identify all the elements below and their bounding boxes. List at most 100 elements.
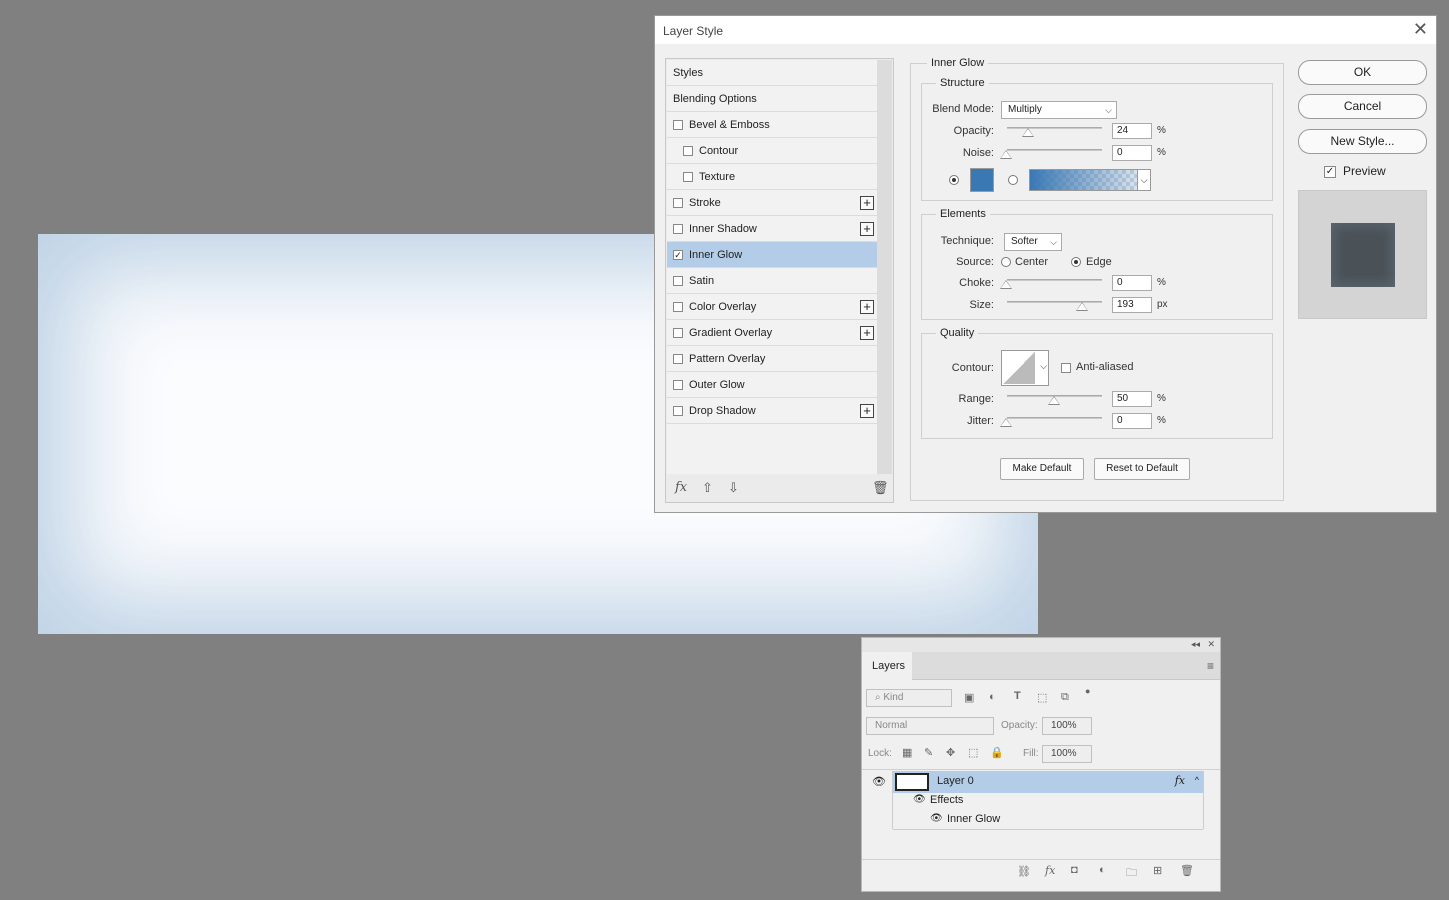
- folder-icon[interactable]: 🗀: [1126, 864, 1137, 883]
- dialog-titlebar[interactable]: Layer Style ✕: [655, 16, 1436, 45]
- lock-position-icon[interactable]: ✥: [946, 746, 955, 759]
- range-input[interactable]: 50: [1112, 391, 1152, 407]
- noise-slider[interactable]: [1007, 149, 1102, 151]
- smart-object-filter-icon[interactable]: ⧉: [1061, 691, 1069, 704]
- tab-layers[interactable]: Layers: [862, 652, 912, 680]
- style-item-pattern-overlay[interactable]: Pattern Overlay: [667, 346, 878, 372]
- gradient-overlay-checkbox[interactable]: [673, 327, 683, 338]
- eye-icon[interactable]: 👁: [913, 794, 926, 805]
- style-item-texture[interactable]: Texture: [667, 164, 878, 190]
- eye-icon[interactable]: 👁: [872, 775, 886, 788]
- fill-input[interactable]: 100%: [1042, 745, 1092, 763]
- fx-icon[interactable]: fx: [1045, 864, 1055, 877]
- noise-input[interactable]: 0: [1112, 145, 1152, 161]
- choke-input[interactable]: 0: [1112, 275, 1152, 291]
- style-item-blending-options[interactable]: Blending Options: [667, 86, 878, 112]
- filter-kind-select[interactable]: ⌕ Kind: [866, 689, 952, 707]
- lock-artboard-icon[interactable]: ⬚: [968, 746, 978, 759]
- inner-shadow-checkbox[interactable]: [673, 223, 683, 234]
- move-down-icon[interactable]: ⇩: [728, 480, 739, 496]
- cancel-button[interactable]: Cancel: [1298, 94, 1427, 119]
- layers-panel-topbar[interactable]: ◂◂ ✕: [862, 638, 1220, 652]
- size-slider-thumb[interactable]: [1076, 302, 1088, 311]
- opacity-slider-thumb[interactable]: [1022, 128, 1034, 137]
- link-icon[interactable]: ⛓: [1017, 865, 1031, 878]
- gradient-swatch[interactable]: ⌵: [1029, 169, 1151, 191]
- anti-aliased-checkbox[interactable]: [1061, 363, 1071, 373]
- add-stroke-icon[interactable]: +: [860, 196, 874, 210]
- style-item-outer-glow[interactable]: Outer Glow: [667, 372, 878, 398]
- gradient-radio[interactable]: [1008, 175, 1018, 185]
- source-center-radio[interactable]: [1001, 257, 1011, 267]
- mask-icon[interactable]: ◘: [1071, 864, 1078, 876]
- styles-scrollbar[interactable]: [877, 60, 892, 474]
- add-drop-shadow-icon[interactable]: +: [860, 404, 874, 418]
- make-default-button[interactable]: Make Default: [1000, 458, 1084, 480]
- trash-icon[interactable]: 🗑: [872, 480, 889, 496]
- adjustment-filter-icon[interactable]: ◐: [989, 691, 996, 703]
- add-inner-shadow-icon[interactable]: +: [860, 222, 874, 236]
- jitter-slider-thumb[interactable]: [1000, 418, 1012, 427]
- drop-shadow-checkbox[interactable]: [673, 405, 683, 416]
- style-item-bevel-emboss[interactable]: Bevel & Emboss: [667, 112, 878, 138]
- bevel-emboss-checkbox[interactable]: [673, 119, 683, 130]
- preview-checkbox[interactable]: ✓: [1324, 166, 1336, 178]
- satin-checkbox[interactable]: [673, 275, 683, 286]
- jitter-input[interactable]: 0: [1112, 413, 1152, 429]
- close-icon[interactable]: ✕: [1207, 639, 1215, 650]
- blend-mode-select[interactable]: Normal: [866, 717, 994, 735]
- style-item-styles[interactable]: Styles: [667, 60, 878, 86]
- fx-icon[interactable]: fx: [1175, 774, 1185, 787]
- style-item-contour[interactable]: Contour: [667, 138, 878, 164]
- texture-checkbox[interactable]: [683, 171, 693, 182]
- new-style-button[interactable]: New Style...: [1298, 129, 1427, 154]
- noise-slider-thumb[interactable]: [1000, 150, 1012, 159]
- adjustment-icon[interactable]: ◐: [1099, 864, 1106, 876]
- style-item-inner-glow[interactable]: ✓ Inner Glow: [667, 242, 878, 268]
- eye-icon[interactable]: 👁: [930, 813, 943, 824]
- close-icon[interactable]: ✕: [1413, 20, 1428, 38]
- panel-menu-icon[interactable]: ≡: [1207, 659, 1214, 673]
- add-color-overlay-icon[interactable]: +: [860, 300, 874, 314]
- lock-transparent-icon[interactable]: ▦: [902, 746, 912, 759]
- style-item-drop-shadow[interactable]: Drop Shadow +: [667, 398, 878, 424]
- fx-icon[interactable]: fx: [675, 480, 687, 495]
- pattern-overlay-checkbox[interactable]: [673, 353, 683, 364]
- trash-icon[interactable]: 🗑: [1180, 864, 1194, 877]
- new-layer-icon[interactable]: ⊞: [1153, 864, 1162, 877]
- outer-glow-checkbox[interactable]: [673, 379, 683, 390]
- jitter-slider[interactable]: [1007, 417, 1102, 419]
- chevron-down-icon[interactable]: ⌵: [1137, 169, 1151, 191]
- add-gradient-overlay-icon[interactable]: +: [860, 326, 874, 340]
- style-item-satin[interactable]: Satin: [667, 268, 878, 294]
- contour-checkbox[interactable]: [683, 145, 693, 156]
- image-filter-icon[interactable]: ▣: [964, 691, 974, 704]
- choke-slider-thumb[interactable]: [1000, 280, 1012, 289]
- collapse-icon[interactable]: ◂◂: [1191, 639, 1200, 650]
- style-item-inner-shadow[interactable]: Inner Shadow +: [667, 216, 878, 242]
- lock-paint-icon[interactable]: ✎: [924, 746, 933, 759]
- color-overlay-checkbox[interactable]: [673, 301, 683, 312]
- source-edge-radio[interactable]: [1071, 257, 1081, 267]
- size-input[interactable]: 193: [1112, 297, 1152, 313]
- opacity-input[interactable]: 100%: [1042, 717, 1092, 735]
- chevron-up-icon[interactable]: ^: [1195, 775, 1199, 785]
- filter-toggle-icon[interactable]: ●: [1085, 686, 1090, 696]
- ok-button[interactable]: OK: [1298, 60, 1427, 85]
- glow-color-swatch[interactable]: [970, 168, 994, 192]
- style-item-color-overlay[interactable]: Color Overlay +: [667, 294, 878, 320]
- solid-color-radio[interactable]: [949, 175, 959, 185]
- style-item-stroke[interactable]: Stroke +: [667, 190, 878, 216]
- technique-select[interactable]: Softer ⌵: [1004, 233, 1062, 251]
- choke-slider[interactable]: [1007, 279, 1102, 281]
- style-item-gradient-overlay[interactable]: Gradient Overlay +: [667, 320, 878, 346]
- blend-mode-select[interactable]: Multiply ⌵: [1001, 101, 1117, 119]
- stroke-checkbox[interactable]: [673, 197, 683, 208]
- opacity-input[interactable]: 24: [1112, 123, 1152, 139]
- contour-picker[interactable]: ⌵: [1001, 350, 1049, 386]
- move-up-icon[interactable]: ⇧: [702, 480, 713, 496]
- lock-all-icon[interactable]: 🔒: [990, 746, 1004, 759]
- shape-filter-icon[interactable]: ⬚: [1037, 691, 1047, 704]
- inner-glow-checkbox[interactable]: ✓: [673, 249, 683, 260]
- reset-to-default-button[interactable]: Reset to Default: [1094, 458, 1190, 480]
